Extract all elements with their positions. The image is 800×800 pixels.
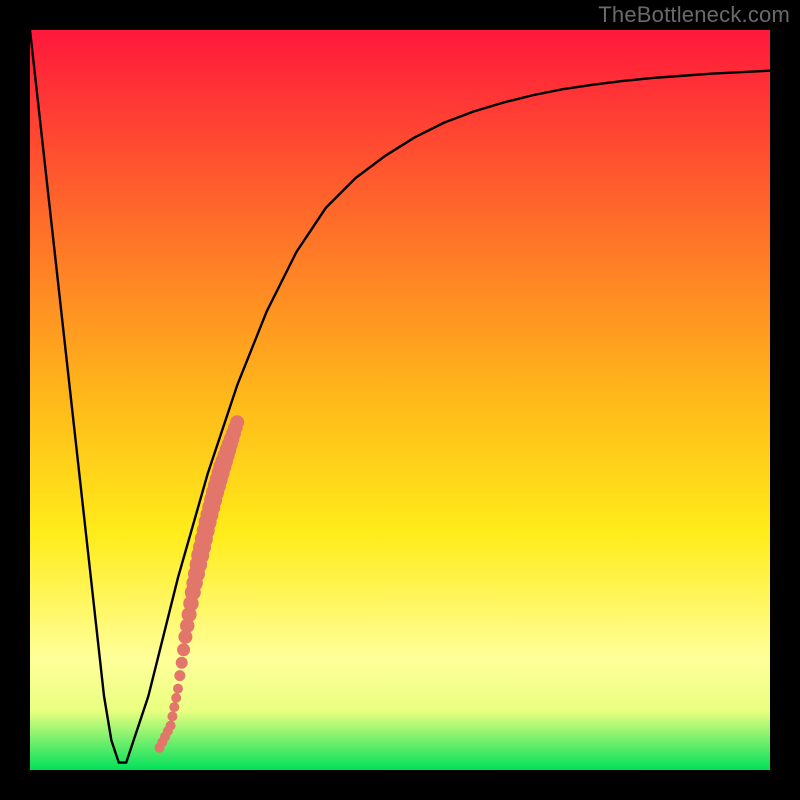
highlight-marker-dot [173, 684, 183, 694]
gradient-background [30, 30, 770, 770]
highlight-marker-dot [230, 415, 244, 429]
chart-frame: TheBottleneck.com [0, 0, 800, 800]
highlight-marker-dot [166, 721, 176, 731]
highlight-marker-fill [177, 643, 190, 656]
highlight-marker-fill [171, 693, 181, 703]
highlight-marker-fill [167, 711, 177, 721]
highlight-marker-fill [169, 702, 179, 712]
watermark-text: TheBottleneck.com [598, 2, 790, 28]
bottleneck-chart [30, 30, 770, 770]
highlight-marker-fill [176, 657, 188, 669]
highlight-marker-fill [174, 670, 185, 681]
plot-area [30, 30, 770, 770]
